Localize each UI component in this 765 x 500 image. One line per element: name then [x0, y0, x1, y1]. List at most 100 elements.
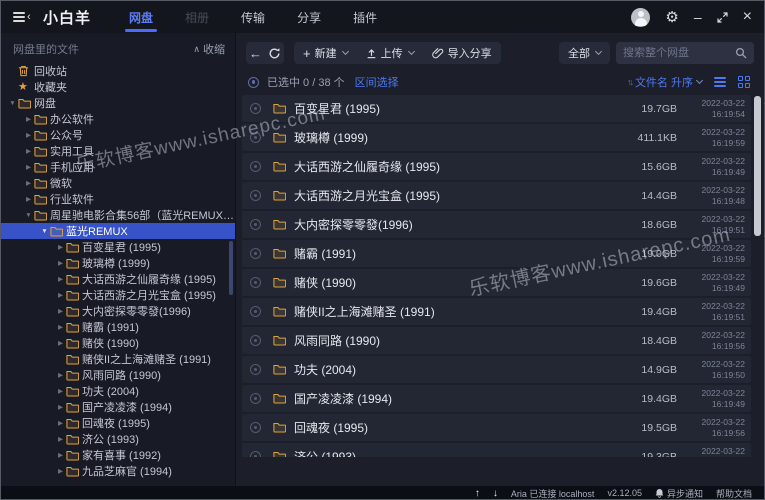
file-row[interactable]: 赌霸 (1991) 19.0GB 2022-03-22 16:19:59 [242, 240, 751, 267]
list-view-icon[interactable] [714, 77, 726, 87]
row-select-radio[interactable] [250, 248, 261, 259]
file-row[interactable]: 大话西游之月光宝盒 (1995) 14.4GB 2022-03-22 16:19:48 [242, 182, 751, 209]
download-speed-icon[interactable]: ↓ [493, 488, 498, 499]
tree-item[interactable]: 回收站 [1, 63, 235, 79]
file-row[interactable]: 大话西游之仙履奇缘 (1995) 15.6GB 2022-03-22 16:19:49 [242, 153, 751, 180]
tree-item[interactable]: ▶ 办公软件 [1, 111, 235, 127]
list-scrollbar[interactable] [754, 96, 761, 236]
async-notify-button[interactable]: 异步通知 [655, 487, 703, 500]
expand-arrow-right-icon[interactable]: ▶ [55, 291, 66, 299]
file-row[interactable]: 赌侠 (1990) 19.6GB 2022-03-22 16:19:49 [242, 269, 751, 296]
expand-arrow-right-icon[interactable]: ▶ [55, 307, 66, 315]
tree-item[interactable]: ★ 收藏夹 [1, 79, 235, 95]
new-button[interactable]: + 新建 [294, 42, 357, 64]
tree-item[interactable]: ▶ 公众号 [1, 127, 235, 143]
tree-item[interactable]: ▶ 九品芝麻官 (1994) [1, 463, 235, 479]
expand-arrow-right-icon[interactable]: ▶ [55, 435, 66, 443]
tree-item[interactable]: ▶ 玻璃樽 (1999) [1, 255, 235, 271]
row-select-radio[interactable] [250, 422, 261, 433]
tree-item[interactable]: ▶ 国产凌凌漆 (1994) [1, 399, 235, 415]
row-select-radio[interactable] [250, 190, 261, 201]
import-share-button[interactable]: 导入分享 [423, 42, 501, 64]
sidebar-scrollbar[interactable] [229, 241, 233, 295]
file-row[interactable]: 国产凌凌漆 (1994) 19.4GB 2022-03-22 16:19:49 [242, 385, 751, 412]
expand-arrow-right-icon[interactable]: ▶ [55, 243, 66, 251]
grid-view-icon[interactable] [738, 76, 750, 88]
tree-item[interactable]: ▼ 周星驰电影合集56部（蓝光REMUX版）796G [1, 207, 235, 223]
file-row[interactable]: 玻璃樽 (1999) 411.1KB 2022-03-22 16:19:59 [242, 124, 751, 151]
tree-item[interactable]: ▶ 家有喜事 (1992) [1, 447, 235, 463]
tree-item[interactable]: ▶ 微软 [1, 175, 235, 191]
sort-control[interactable]: ↑↓ 文件名 升序 [627, 74, 704, 90]
expand-arrow-right-icon[interactable]: ▶ [55, 371, 66, 379]
search-input[interactable] [623, 47, 735, 59]
file-row[interactable]: 大内密探零零發(1996) 18.6GB 2022-03-22 16:19:51 [242, 211, 751, 238]
row-select-radio[interactable] [250, 451, 261, 457]
tree-item[interactable]: ▼ 网盘 [1, 95, 235, 111]
file-row[interactable]: 回魂夜 (1995) 19.5GB 2022-03-22 16:19:56 [242, 414, 751, 441]
upload-button[interactable]: 上传 [357, 42, 423, 64]
expand-arrow-right-icon[interactable]: ▶ [55, 339, 66, 347]
tree-item[interactable]: ▶ 济公 (1993) [1, 431, 235, 447]
expand-arrow-right-icon[interactable]: ▶ [55, 467, 66, 475]
expand-arrow-right-icon[interactable]: ▶ [55, 323, 66, 331]
row-select-radio[interactable] [250, 132, 261, 143]
expand-arrow-right-icon[interactable]: ▶ [23, 147, 34, 155]
tree-item[interactable]: 赌侠II之上海滩赌圣 (1991) [1, 351, 235, 367]
file-row[interactable]: 济公 (1993) 19.3GB 2022-03-2216:19:57 [242, 443, 751, 457]
select-all-radio[interactable] [248, 76, 259, 88]
scope-dropdown[interactable]: 全部 [559, 42, 610, 64]
search-icon[interactable] [735, 47, 747, 59]
sidebar-toggle-icon[interactable]: ‹ [13, 11, 31, 23]
row-select-radio[interactable] [250, 364, 261, 375]
row-select-radio[interactable] [250, 335, 261, 346]
titlebar-tab-2[interactable]: 传输 [225, 1, 281, 33]
tree-item[interactable]: ▶ 行业软件 [1, 191, 235, 207]
expand-arrow-right-icon[interactable]: ▶ [23, 195, 34, 203]
tree-item[interactable]: ▶ 赌霸 (1991) [1, 319, 235, 335]
titlebar-tab-4[interactable]: 插件 [337, 1, 393, 33]
back-button[interactable]: ← [246, 42, 265, 64]
expand-arrow-right-icon[interactable]: ▶ [55, 419, 66, 427]
expand-arrow-down-icon[interactable]: ▼ [23, 212, 34, 219]
tree-item[interactable]: ▶ 功夫 (2004) [1, 383, 235, 399]
expand-arrow-right-icon[interactable]: ▶ [23, 131, 34, 139]
titlebar-tab-1[interactable]: 相册 [169, 1, 225, 33]
expand-arrow-right-icon[interactable]: ▶ [55, 259, 66, 267]
file-row[interactable]: 风雨同路 (1990) 18.4GB 2022-03-22 16:19:56 [242, 327, 751, 354]
expand-arrow-right-icon[interactable]: ▶ [23, 179, 34, 187]
expand-arrow-down-icon[interactable]: ▼ [39, 228, 50, 235]
tree-item[interactable]: ▶ 百变星君 (1995) [1, 239, 235, 255]
user-avatar[interactable] [631, 7, 651, 27]
tree-item[interactable]: ▶ 赌侠 (1990) [1, 335, 235, 351]
expand-arrow-right-icon[interactable]: ▶ [55, 403, 66, 411]
expand-arrow-right-icon[interactable]: ▶ [55, 275, 66, 283]
maximize-button[interactable] [717, 11, 728, 23]
upload-speed-icon[interactable]: ↑ [475, 488, 480, 499]
row-select-radio[interactable] [250, 277, 261, 288]
tree-item[interactable]: ▶ 手机应用 [1, 159, 235, 175]
expand-arrow-right-icon[interactable]: ▶ [23, 115, 34, 123]
expand-arrow-right-icon[interactable]: ▶ [23, 163, 34, 171]
minimize-button[interactable]: – [694, 10, 702, 24]
titlebar-tab-0[interactable]: 网盘 [113, 1, 169, 33]
refresh-button[interactable] [265, 42, 284, 64]
file-row[interactable]: 百变星君 (1995) 19.7GB 2022-03-22 16:19:54 [242, 95, 751, 122]
row-select-radio[interactable] [250, 393, 261, 404]
close-button[interactable]: × [743, 9, 752, 25]
collapse-tree-button[interactable]: ∧ 收缩 [193, 41, 225, 57]
tree-item[interactable]: ▶ 大话西游之仙履奇缘 (1995) [1, 271, 235, 287]
expand-arrow-right-icon[interactable]: ▶ [55, 451, 66, 459]
file-row[interactable]: 功夫 (2004) 14.9GB 2022-03-22 16:19:50 [242, 356, 751, 383]
expand-arrow-right-icon[interactable]: ▶ [55, 387, 66, 395]
tree-item[interactable]: ▶ 大内密探零零發(1996) [1, 303, 235, 319]
row-select-radio[interactable] [250, 306, 261, 317]
tree-item[interactable]: ▶ 回魂夜 (1995) [1, 415, 235, 431]
settings-gear-icon[interactable]: ⚙ [665, 10, 678, 25]
titlebar-tab-3[interactable]: 分享 [281, 1, 337, 33]
row-select-radio[interactable] [250, 103, 261, 114]
tree-item[interactable]: ▶ 风雨同路 (1990) [1, 367, 235, 383]
range-select-link[interactable]: 区间选择 [355, 74, 399, 90]
file-row[interactable]: 赌侠II之上海滩赌圣 (1991) 19.4GB 2022-03-22 16:19:5… [242, 298, 751, 325]
tree-item[interactable]: ▼ 蓝光REMUX [1, 223, 235, 239]
